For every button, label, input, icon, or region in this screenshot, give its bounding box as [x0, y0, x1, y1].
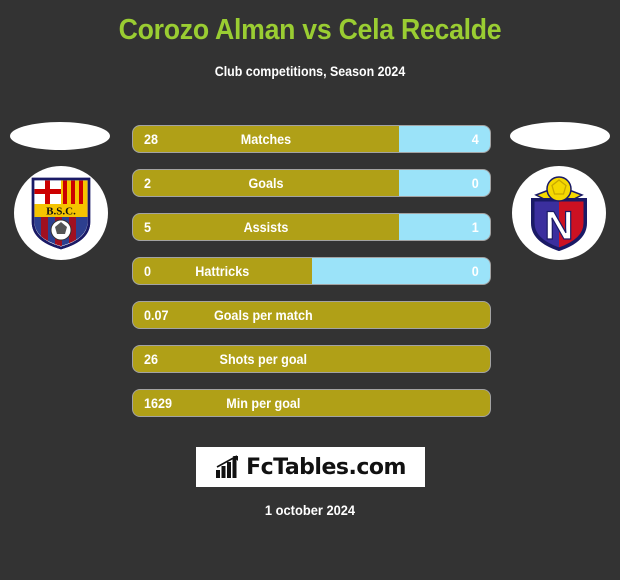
stat-away-value: 0: [471, 263, 479, 279]
barcelona-sc-crest-icon: B.S.C.: [31, 177, 91, 250]
stat-away-value: 4: [471, 131, 479, 147]
stat-row: 1629 Min per goal: [133, 390, 490, 416]
stat-label: Shots per goal: [219, 351, 308, 367]
date-label: 1 october 2024: [264, 502, 356, 518]
stat-row: 0 Hattricks 0: [133, 258, 490, 284]
bar-chart-arrow-icon: [216, 455, 239, 478]
left-decorative-ellipse: [10, 122, 110, 150]
home-team-crest[interactable]: B.S.C.: [14, 166, 108, 260]
home-crest-text: B.S.C.: [46, 206, 76, 218]
stat-label: Assists: [243, 219, 289, 235]
stat-label: Goals: [248, 175, 284, 191]
stats-comparison-page: Corozo Alman vs Cela Recalde Club compet…: [0, 0, 620, 580]
away-team-crest[interactable]: N: [512, 166, 606, 260]
page-subtitle: Club competitions, Season 2024: [214, 64, 406, 79]
stat-row: 28 Matches 4: [133, 126, 490, 152]
stats-bar-list: 28 Matches 4 2 Goals 0 5 Assists 1 0 Hattricks 0 0.0…: [133, 126, 490, 434]
stat-label: Min per goal: [226, 395, 301, 411]
el-nacional-crest-icon: N: [531, 176, 587, 252]
stat-away-value: 1: [471, 219, 479, 235]
stat-row: 5 Assists 1: [133, 214, 490, 240]
fctables-logo[interactable]: FcTables.com: [196, 447, 425, 487]
fctables-brand-text: FcTables.com: [246, 454, 406, 480]
right-decorative-ellipse: [510, 122, 610, 150]
stat-away-value: 0: [471, 175, 479, 191]
stat-row: 26 Shots per goal: [133, 346, 490, 372]
stat-row: 2 Goals 0: [133, 170, 490, 196]
stat-row: 0.07 Goals per match: [133, 302, 490, 328]
stat-label: Hattricks: [195, 263, 250, 279]
stat-label: Matches: [240, 131, 292, 147]
away-crest-text: N: [545, 204, 574, 248]
stat-label: Goals per match: [213, 307, 313, 323]
page-title: Corozo Alman vs Cela Recalde: [118, 14, 502, 46]
